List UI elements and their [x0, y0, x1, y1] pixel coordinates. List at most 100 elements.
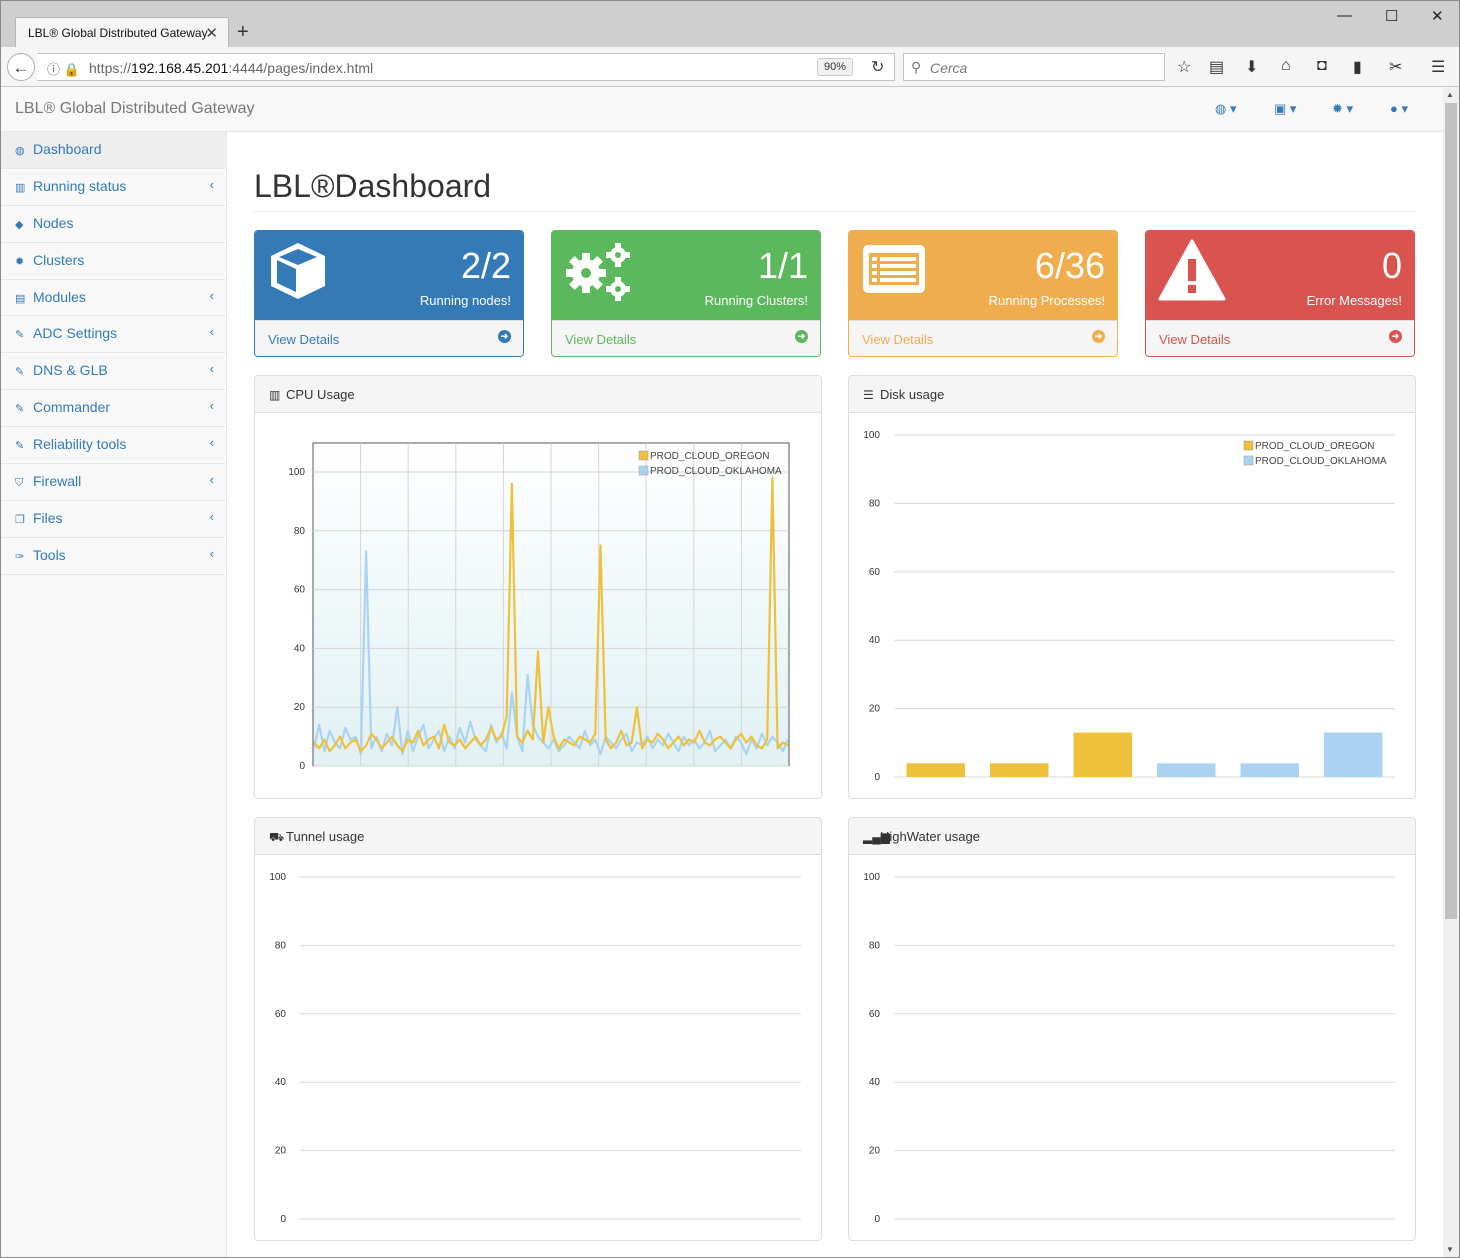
browser-window: LBL® Global Distributed Gateway ✕ + — ☐ …: [0, 0, 1460, 1258]
edit-icon: ✎: [15, 329, 25, 342]
app-brand[interactable]: LBL® Global Distributed Gateway: [15, 100, 254, 118]
extension-icon[interactable]: ▮: [1353, 57, 1362, 77]
y-tick-label: 80: [294, 526, 306, 537]
highwater-usage-panel: ▂▄▆HighWater usage 100 80 60 40 20 0: [848, 817, 1416, 1241]
highwater-usage-chart: 100 80 60 40 20 0: [863, 872, 1395, 1225]
cube-icon: ◆: [15, 218, 24, 231]
back-button[interactable]: ←: [7, 53, 35, 81]
site-info-icon[interactable]: ⓘ 🔒: [47, 59, 80, 78]
sidebar-item-nodes[interactable]: ◆ Nodes: [1, 206, 226, 243]
bar: [1324, 732, 1383, 777]
scroll-down-icon[interactable]: ▼: [1446, 1245, 1454, 1254]
minimize-icon[interactable]: —: [1337, 7, 1352, 24]
view-details-link[interactable]: View Details ➜: [552, 320, 820, 356]
scroll-up-icon[interactable]: ▲: [1446, 90, 1454, 99]
sidebar-item-label: Running status: [33, 177, 127, 194]
y-tick-label: 100: [863, 430, 880, 441]
database-icon: ☰: [863, 388, 874, 402]
browser-toolbar: ← ⓘ 🔒 https://192.168.45.201:4444/pages/…: [1, 47, 1459, 87]
dashboard-menu-icon[interactable]: ◍ ▾: [1215, 101, 1236, 117]
pocket-icon[interactable]: ◘: [1317, 57, 1327, 75]
dashboard-icon: ◍: [15, 145, 25, 157]
sidebar-item-dashboard[interactable]: ◍ Dashboard: [1, 132, 226, 169]
chevron-left-icon: ‹: [209, 176, 214, 192]
title-divider: [254, 211, 1416, 212]
bar: [906, 763, 965, 777]
y-tick-label: 60: [275, 1009, 287, 1020]
bar: [990, 763, 1049, 777]
gear-menu-icon[interactable]: ✹ ▾: [1332, 101, 1353, 117]
legend-swatch: [638, 465, 649, 476]
download-icon[interactable]: ⬇: [1245, 57, 1258, 77]
card-value: 6/36: [1034, 245, 1105, 286]
y-tick-label: 60: [294, 585, 306, 596]
maximize-icon[interactable]: ☐: [1385, 7, 1398, 25]
sidebar-item-clusters[interactable]: ✹ Clusters: [1, 243, 226, 280]
legend-label: PROD_CLOUD_OREGON: [1255, 441, 1374, 452]
card-running-processes: 6/36 Running Processes! View Details ➜: [848, 230, 1118, 357]
close-window-icon[interactable]: ✕: [1431, 7, 1444, 25]
home-icon[interactable]: ⌂: [1281, 57, 1291, 75]
panel-title: Tunnel usage: [286, 829, 365, 844]
bar-chart-icon: ▥: [269, 388, 281, 402]
url-text: https://192.168.45.201:4444/pages/index.…: [89, 60, 374, 76]
panel-heading: ⛟ Tunnel usage: [255, 818, 821, 855]
y-tick-label: 80: [869, 940, 881, 951]
gears-icon: ✹: [15, 255, 25, 268]
search-input[interactable]: ⚲ Cerca: [903, 53, 1165, 81]
save-menu-icon[interactable]: ▣ ▾: [1274, 101, 1296, 117]
disk-usage-chart: 100 80 60 40 20 0 PROD_CLOUD_OREGON PROD_CLOUD_…: [863, 430, 1395, 783]
zoom-indicator[interactable]: 90%: [817, 58, 854, 76]
view-details-link[interactable]: View Details ➜: [849, 320, 1117, 356]
app-navbar: LBL® Global Distributed Gateway ◍ ▾ ▣ ▾ …: [1, 87, 1443, 132]
view-details-link[interactable]: View Details ➜: [255, 320, 523, 356]
card-header: 0 Error Messages!: [1146, 231, 1414, 320]
screenshot-icon[interactable]: ✂: [1389, 57, 1402, 77]
card-header: 1/1 Running Clusters!: [552, 231, 820, 320]
sidebar-item-label: Clusters: [33, 251, 85, 268]
sidebar-item-dns-glb[interactable]: ✎ DNS & GLB ‹: [1, 353, 226, 391]
card-value: 0: [1381, 245, 1402, 286]
legend-swatch: [1243, 455, 1254, 466]
sidebar-item-label: Files: [33, 509, 63, 526]
sidebar-item-commander[interactable]: ✎ Commander ‹: [1, 390, 226, 428]
sidebar-item-tools[interactable]: ✑ Tools ‹: [1, 538, 226, 575]
bookmark-star-icon[interactable]: ☆: [1177, 57, 1191, 77]
y-tick-label: 80: [869, 498, 881, 509]
list-icon: [863, 245, 925, 293]
browser-tab[interactable]: LBL® Global Distributed Gateway ✕: [15, 17, 229, 47]
reload-icon[interactable]: ↻: [871, 57, 884, 77]
bar: [1240, 763, 1299, 777]
sidebar-item-modules[interactable]: ▤ Modules ‹: [1, 280, 226, 317]
search-icon: ⚲: [911, 59, 922, 75]
road-icon: ⛟: [269, 830, 285, 844]
address-bar[interactable]: ⓘ 🔒 https://192.168.45.201:4444/pages/in…: [37, 53, 895, 81]
view-details-link[interactable]: View Details ➜: [1146, 320, 1414, 356]
legend-label: PROD_CLOUD_OREGON: [650, 451, 769, 462]
menu-icon[interactable]: ☰: [1431, 57, 1445, 77]
tunnel-usage-panel: ⛟ Tunnel usage 100 80 60 40 20 0: [254, 817, 822, 1241]
scrollbar-thumb[interactable]: [1445, 103, 1457, 919]
sidebar-item-adc-settings[interactable]: ✎ ADC Settings ‹: [1, 316, 226, 354]
page-scrollbar[interactable]: ▲ ▼: [1443, 87, 1459, 1257]
sidebar-item-firewall[interactable]: ⛉ Firewall ‹: [1, 464, 226, 501]
close-tab-icon[interactable]: ✕: [205, 24, 218, 42]
card-header: 6/36 Running Processes!: [849, 231, 1117, 320]
panel-title: Disk usage: [880, 387, 945, 402]
arrow-circle-right-icon: ➜: [498, 330, 511, 343]
arrow-circle-right-icon: ➜: [1389, 330, 1402, 343]
new-tab-button[interactable]: +: [237, 21, 249, 44]
sidebar-item-running-status[interactable]: ▥ Running status ‹: [1, 169, 226, 206]
y-tick-label: 0: [280, 1214, 286, 1225]
panel-heading: ☰ Disk usage: [849, 376, 1415, 413]
sidebar-item-label: Modules: [33, 288, 86, 305]
legend-label: PROD_CLOUD_OKLAHOMA: [1255, 456, 1387, 467]
sidebar-item-files[interactable]: ❐ Files ‹: [1, 501, 226, 538]
y-tick-label: 40: [294, 643, 306, 654]
sidebar-item-reliability-tools[interactable]: ✎ Reliability tools ‹: [1, 427, 226, 465]
edit-icon: ✎: [15, 440, 25, 453]
reading-list-icon[interactable]: ▤: [1209, 57, 1224, 77]
y-tick-label: 40: [275, 1077, 287, 1088]
user-menu-icon[interactable]: ● ▾: [1390, 101, 1408, 117]
tab-title: LBL® Global Distributed Gateway: [28, 26, 208, 40]
